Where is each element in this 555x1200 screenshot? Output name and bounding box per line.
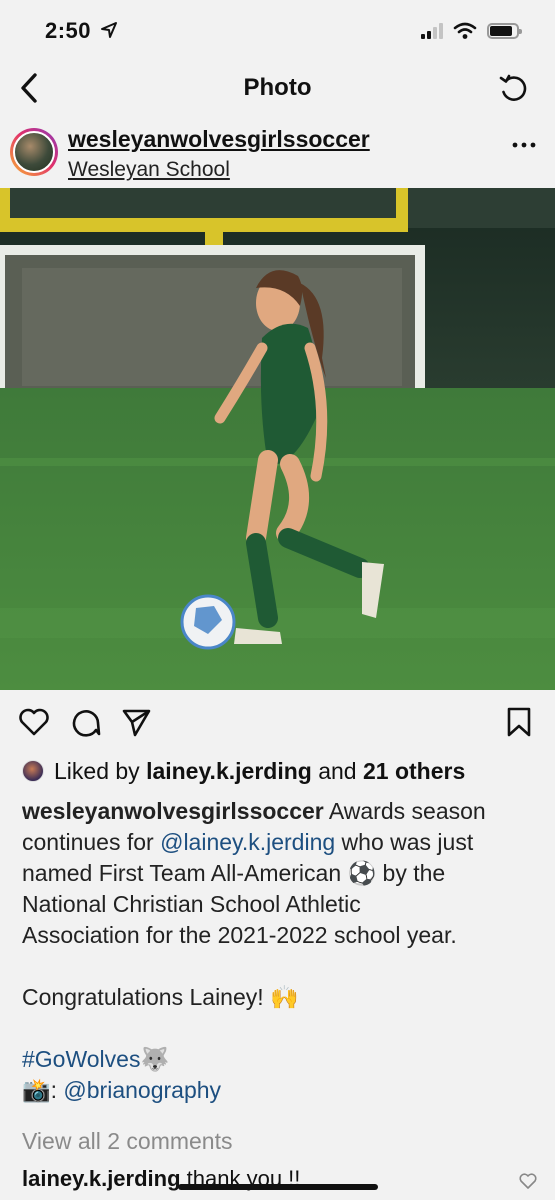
liker-avatar <box>22 760 44 782</box>
likes-others[interactable]: 21 others <box>363 758 465 785</box>
likes-middle: and <box>318 757 357 784</box>
soccer-ball <box>180 594 236 650</box>
caption-text-2a: continues for <box>22 829 161 855</box>
caption-text-1: Awards season <box>323 798 486 824</box>
photographer-mention[interactable]: @brianography <box>63 1077 221 1103</box>
heart-icon[interactable] <box>18 706 50 738</box>
battery-icon <box>487 23 522 39</box>
caption-text-2b: who was just <box>335 829 474 855</box>
caption-text-3: named First Team All-American ⚽ by the <box>22 860 446 886</box>
comment-icon[interactable] <box>70 706 102 738</box>
caption-author[interactable]: wesleyanwolvesgirlssoccer <box>22 798 324 824</box>
wifi-icon <box>453 22 477 39</box>
post-photo[interactable] <box>0 188 555 690</box>
post-location[interactable]: Wesleyan School <box>68 158 230 182</box>
status-bar: 2:50 <box>0 0 555 62</box>
caption-text-4: National Christian School Athletic <box>22 891 361 917</box>
likes-row[interactable]: Liked by lainey.k.jerding and 21 others <box>22 755 465 787</box>
profile-avatar[interactable] <box>10 128 58 176</box>
post-username[interactable]: wesleyanwolvesgirlssoccer <box>68 126 370 153</box>
post-caption: wesleyanwolvesgirlssoccer Awards season … <box>22 796 542 1106</box>
caption-mention[interactable]: @lainey.k.jerding <box>160 829 335 855</box>
page-title: Photo <box>243 74 312 101</box>
share-icon[interactable] <box>120 706 152 738</box>
liker-username[interactable]: lainey.k.jerding <box>146 758 312 785</box>
comment-heart-icon[interactable] <box>519 1172 537 1190</box>
home-indicator[interactable] <box>178 1184 378 1190</box>
caption-text-5: Association for the 2021-2022 school yea… <box>22 922 457 948</box>
refresh-icon[interactable] <box>497 72 531 106</box>
caption-text-6: Congratulations Lainey! 🙌 <box>22 984 299 1010</box>
cellular-signal-icon <box>421 23 443 39</box>
more-options-icon[interactable] <box>511 140 537 150</box>
likes-prefix: Liked by <box>54 757 140 784</box>
comment-username[interactable]: lainey.k.jerding <box>22 1166 181 1191</box>
caption-hashtag[interactable]: #GoWolves🐺 <box>22 1044 542 1075</box>
action-bar <box>0 700 555 744</box>
nav-header: Photo <box>0 62 555 116</box>
location-arrow-icon <box>101 22 117 38</box>
caption-separator: : <box>50 1077 64 1103</box>
status-time: 2:50 <box>45 18 92 43</box>
status-indicators <box>421 20 522 42</box>
bookmark-icon[interactable] <box>503 706 535 738</box>
post-header: wesleyanwolvesgirlssoccer Wesleyan Schoo… <box>0 118 555 188</box>
camera-emoji: 📸 <box>22 1077 51 1103</box>
view-all-comments-link[interactable]: View all 2 comments <box>22 1128 233 1155</box>
soccer-player-photo <box>0 188 555 690</box>
